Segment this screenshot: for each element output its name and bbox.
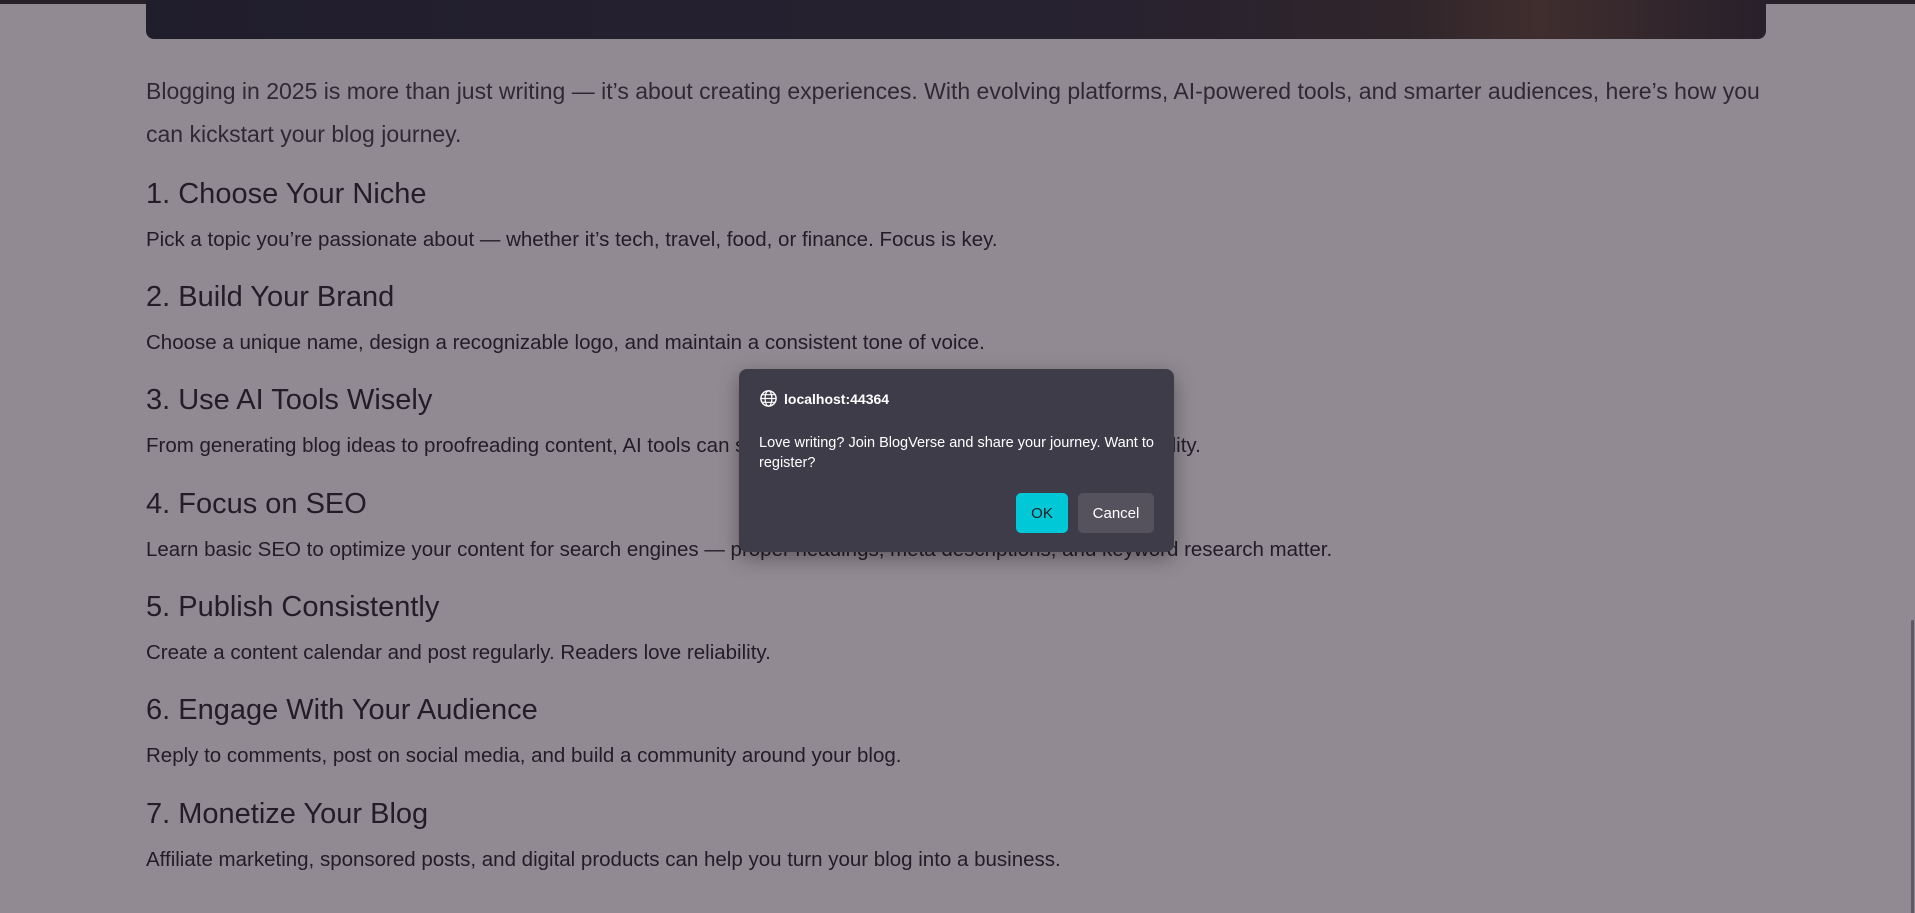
- dialog-origin-text: localhost:44364: [784, 390, 890, 407]
- cancel-button[interactable]: Cancel: [1078, 493, 1154, 533]
- globe-icon: [760, 390, 777, 407]
- dialog-buttons: OK Cancel: [1016, 493, 1154, 533]
- dialog-message: Love writing? Join BlogVerse and share y…: [759, 435, 1154, 471]
- scrollbar-thumb[interactable]: [1911, 620, 1914, 913]
- page-scrollbar[interactable]: [1909, 4, 1915, 913]
- dialog-origin: localhost:44364: [759, 389, 889, 408]
- ok-button[interactable]: OK: [1016, 493, 1068, 533]
- confirm-dialog: localhost:44364 Love writing? Join BlogV…: [739, 369, 1174, 552]
- browser-viewport: Blogging in 2025 is more than just writi…: [0, 0, 1915, 913]
